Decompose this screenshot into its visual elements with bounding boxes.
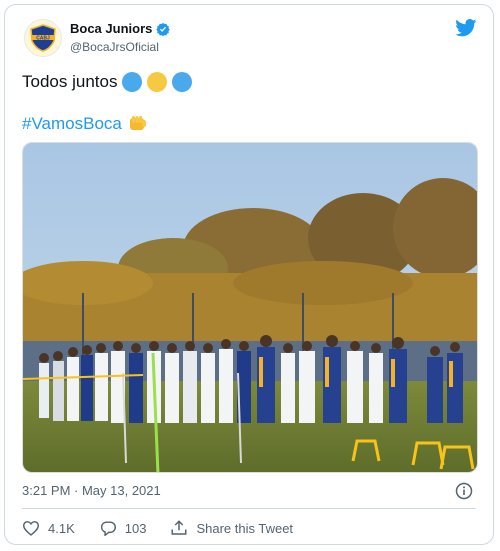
hashtag-link[interactable]: #VamosBoca bbox=[22, 113, 122, 135]
heart-icon bbox=[22, 521, 40, 536]
share-label: Share this Tweet bbox=[196, 520, 294, 536]
blue-circle-icon bbox=[172, 72, 193, 92]
verified-badge-icon bbox=[156, 22, 171, 36]
reply-count: 103 bbox=[124, 520, 147, 536]
avatar[interactable]: CABJ bbox=[24, 19, 62, 57]
author-name[interactable]: Boca Juniors bbox=[70, 21, 152, 36]
hashtag-line: #VamosBoca bbox=[22, 113, 148, 135]
tweet-timestamp[interactable]: 3:21 PM · May 13, 2021 bbox=[22, 483, 161, 498]
yellow-circle-icon bbox=[147, 72, 168, 92]
info-icon[interactable] bbox=[455, 482, 473, 505]
tweet-photo[interactable] bbox=[22, 142, 478, 473]
training-photo bbox=[23, 143, 477, 472]
reply-icon bbox=[100, 521, 116, 536]
share-button[interactable]: Share this Tweet bbox=[170, 519, 293, 537]
like-count: 4.1K bbox=[48, 520, 75, 536]
tweet-card[interactable]: CABJ Boca Juniors @BocaJrsOficial Todos … bbox=[4, 4, 494, 545]
blue-circle-icon bbox=[122, 72, 143, 92]
reply-button[interactable]: 103 bbox=[99, 520, 147, 536]
author-block[interactable]: Boca Juniors @BocaJrsOficial bbox=[70, 21, 171, 54]
twitter-bird-icon[interactable] bbox=[455, 19, 477, 42]
share-icon bbox=[171, 520, 187, 535]
club-crest-icon: CABJ bbox=[30, 24, 56, 52]
fist-icon bbox=[129, 116, 146, 130]
tweet-text: Todos juntos bbox=[22, 71, 193, 93]
divider bbox=[22, 508, 476, 509]
tweet-text-body: Todos juntos bbox=[22, 72, 118, 91]
action-bar: 4.1K 103 Share this Tweet bbox=[22, 519, 317, 537]
author-handle[interactable]: @BocaJrsOficial bbox=[70, 40, 170, 54]
like-button[interactable]: 4.1K bbox=[22, 520, 75, 536]
avatar-text: CABJ bbox=[36, 35, 50, 41]
